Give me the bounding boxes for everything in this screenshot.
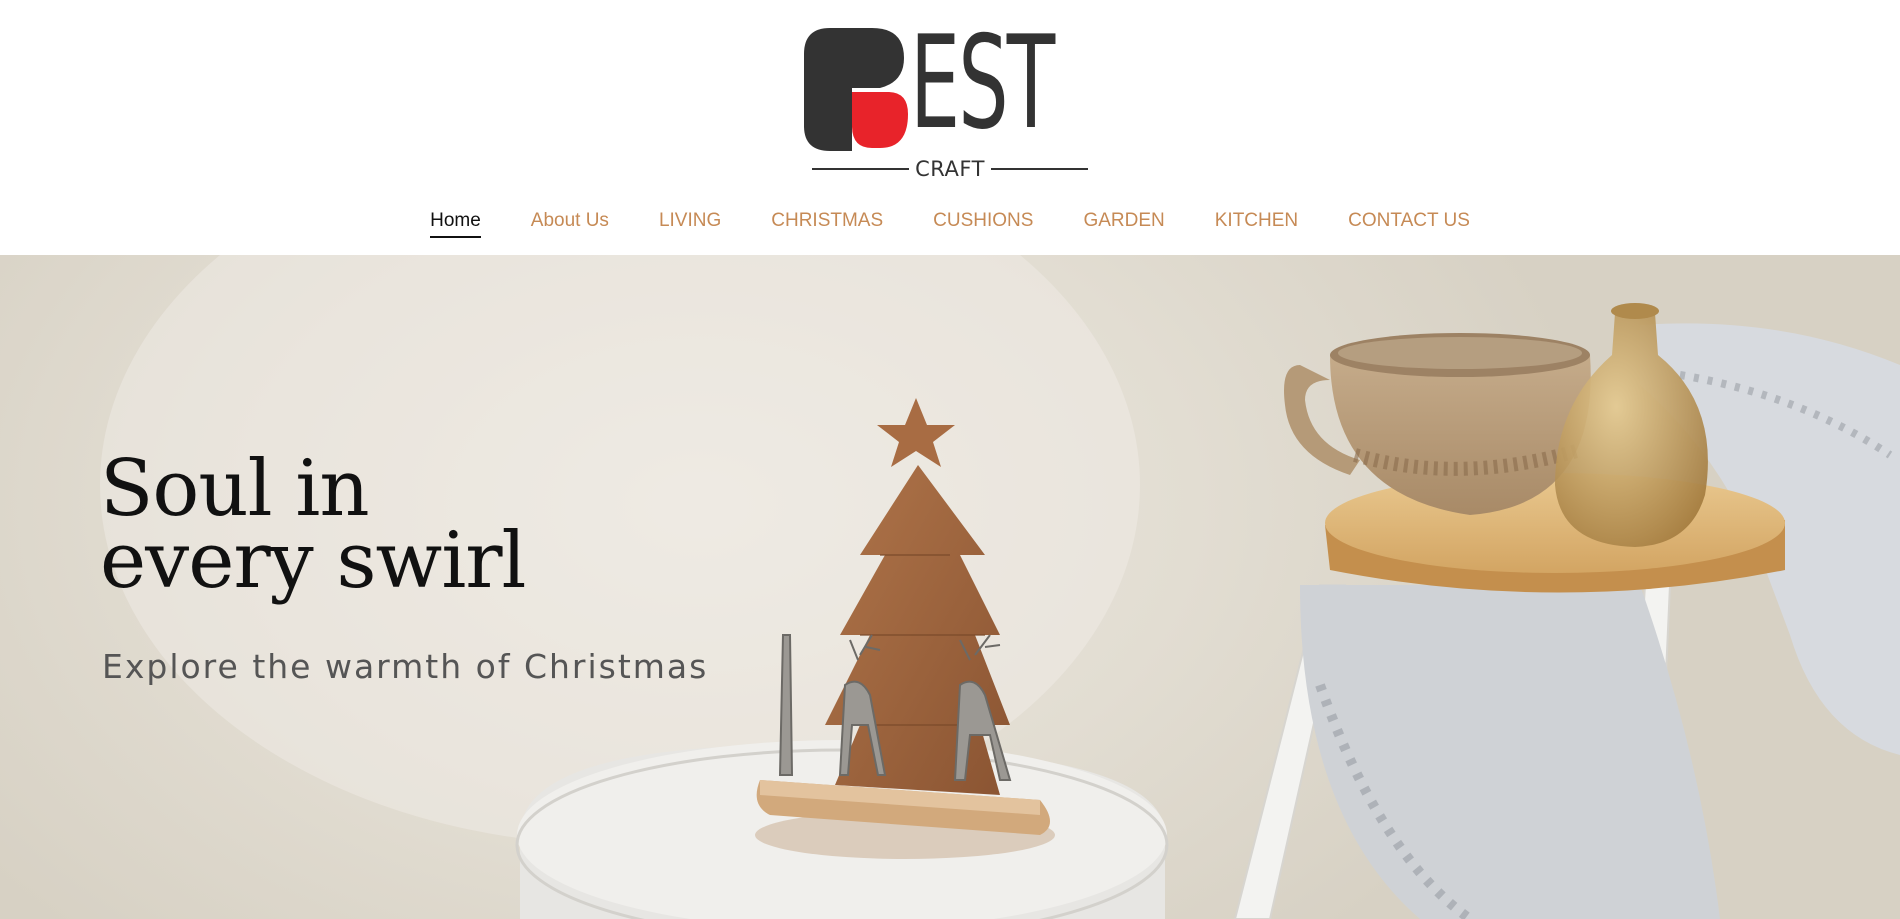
brand-rule-left	[812, 168, 910, 170]
ceramic-bowl	[1284, 333, 1591, 515]
nav-christmas[interactable]: CHRISTMAS	[746, 206, 908, 242]
wooden-stool-top	[1325, 473, 1785, 593]
brand-subtitle: CRAFT	[915, 157, 985, 181]
brand-rule-right	[990, 168, 1088, 170]
site-header: EST CRAFT Home About Us LIVING CHRISTMAS…	[0, 0, 1900, 255]
main-nav: Home About Us LIVING CHRISTMAS CUSHIONS …	[0, 206, 1900, 242]
hero-title: Soul in every swirl	[100, 444, 527, 606]
brand-subtitle-row: CRAFT	[812, 156, 1088, 182]
nav-cushions[interactable]: CUSHIONS	[908, 206, 1058, 242]
nav-garden[interactable]: GARDEN	[1058, 206, 1189, 242]
nav-about-us[interactable]: About Us	[506, 206, 634, 242]
brand-wordmark: EST	[910, 9, 1055, 158]
hero-title-line-2: every swirl	[100, 516, 527, 606]
nav-contact-us[interactable]: CONTACT US	[1323, 206, 1495, 242]
nav-kitchen[interactable]: KITCHEN	[1190, 206, 1323, 242]
hero-title-line-1: Soul in	[100, 444, 370, 534]
hero-subtitle: Explore the warmth of Christmas	[102, 647, 709, 686]
brand-logo[interactable]: EST CRAFT	[800, 20, 1100, 186]
nav-living[interactable]: LIVING	[634, 206, 746, 242]
hero-banner: Soul in every swirl Explore the warmth o…	[0, 255, 1900, 919]
nav-home[interactable]: Home	[405, 206, 506, 242]
